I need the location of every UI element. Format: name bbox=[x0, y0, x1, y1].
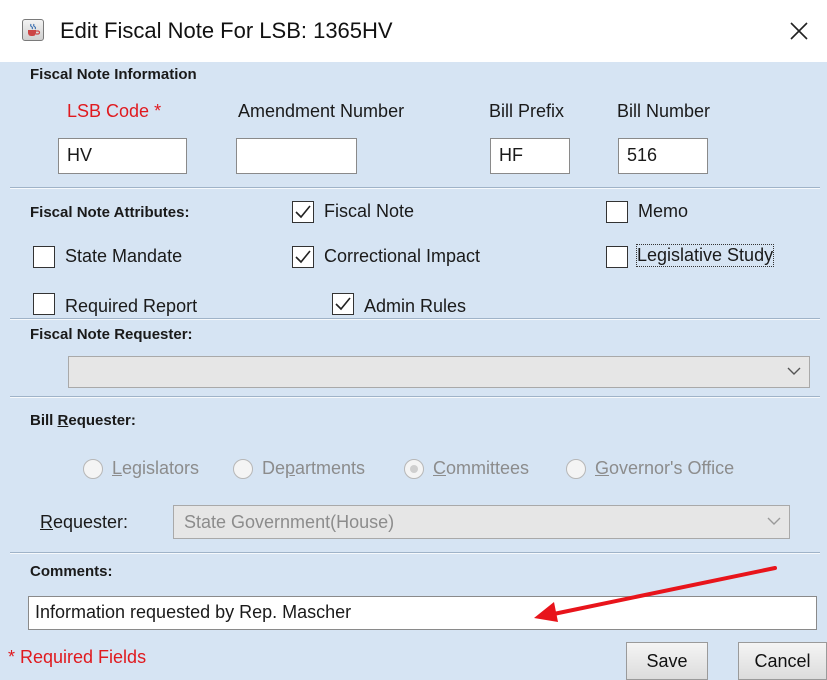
legislators-label: Legislators bbox=[112, 458, 200, 478]
bill-prefix-label: Bill Prefix bbox=[489, 101, 565, 121]
bill-number-field[interactable]: 516 bbox=[618, 138, 708, 174]
legislative-study-label: Legislative Study bbox=[635, 244, 775, 267]
committees-radio[interactable] bbox=[404, 459, 424, 479]
departments-label: Departments bbox=[262, 458, 366, 478]
lsb-code-field[interactable]: HV bbox=[58, 138, 187, 174]
required-fields-note: * Required Fields bbox=[8, 647, 147, 667]
annotation-arrow-icon bbox=[534, 566, 777, 622]
fiscal-note-requester-dropdown[interactable] bbox=[68, 356, 810, 388]
governors-office-radio[interactable] bbox=[566, 459, 586, 479]
fiscal-note-info-heading: Fiscal Note Information bbox=[30, 66, 197, 83]
chevron-down-icon bbox=[767, 517, 781, 525]
close-icon[interactable] bbox=[782, 14, 816, 48]
correctional-impact-label: Correctional Impact bbox=[324, 246, 481, 266]
requester-dropdown[interactable]: State Government(House) bbox=[173, 505, 790, 539]
state-mandate-label: State Mandate bbox=[65, 246, 183, 266]
lsb-code-label: LSB Code * bbox=[67, 101, 162, 121]
state-mandate-checkbox[interactable] bbox=[33, 246, 55, 268]
divider bbox=[10, 318, 820, 320]
java-cup-icon bbox=[22, 19, 44, 41]
required-report-checkbox[interactable] bbox=[33, 293, 55, 315]
bill-prefix-field[interactable]: HF bbox=[490, 138, 570, 174]
admin-rules-checkbox[interactable] bbox=[332, 293, 354, 315]
save-button[interactable]: Save bbox=[626, 642, 708, 680]
fiscal-note-label: Fiscal Note bbox=[324, 201, 415, 221]
amendment-number-field[interactable] bbox=[236, 138, 357, 174]
divider bbox=[10, 187, 820, 189]
fiscal-note-requester-heading: Fiscal Note Requester: bbox=[30, 326, 193, 343]
requester-label: Requester: bbox=[40, 512, 129, 532]
governors-office-label: Governor's Office bbox=[595, 458, 735, 478]
memo-label: Memo bbox=[638, 201, 689, 221]
attributes-heading: Fiscal Note Attributes: bbox=[30, 204, 190, 221]
bill-number-label: Bill Number bbox=[617, 101, 711, 121]
fiscal-note-checkbox[interactable] bbox=[292, 201, 314, 223]
required-report-label: Required Report bbox=[65, 296, 198, 316]
bill-requester-heading: Bill Requester: bbox=[30, 412, 136, 429]
legislators-radio[interactable] bbox=[83, 459, 103, 479]
committees-label: Committees bbox=[433, 458, 530, 478]
chevron-down-icon bbox=[787, 367, 801, 375]
legislative-study-checkbox[interactable] bbox=[606, 246, 628, 268]
required-asterisk: * bbox=[154, 101, 162, 121]
correctional-impact-checkbox[interactable] bbox=[292, 246, 314, 268]
admin-rules-label: Admin Rules bbox=[364, 296, 467, 316]
amendment-number-label: Amendment Number bbox=[238, 101, 405, 121]
divider bbox=[10, 396, 820, 398]
cancel-button[interactable]: Cancel bbox=[738, 642, 827, 680]
departments-radio[interactable] bbox=[233, 459, 253, 479]
window-title: Edit Fiscal Note For LSB: 1365HV bbox=[60, 18, 393, 43]
memo-checkbox[interactable] bbox=[606, 201, 628, 223]
divider bbox=[10, 552, 820, 554]
comments-heading: Comments: bbox=[30, 563, 113, 580]
requester-value: State Government(House) bbox=[184, 512, 395, 532]
